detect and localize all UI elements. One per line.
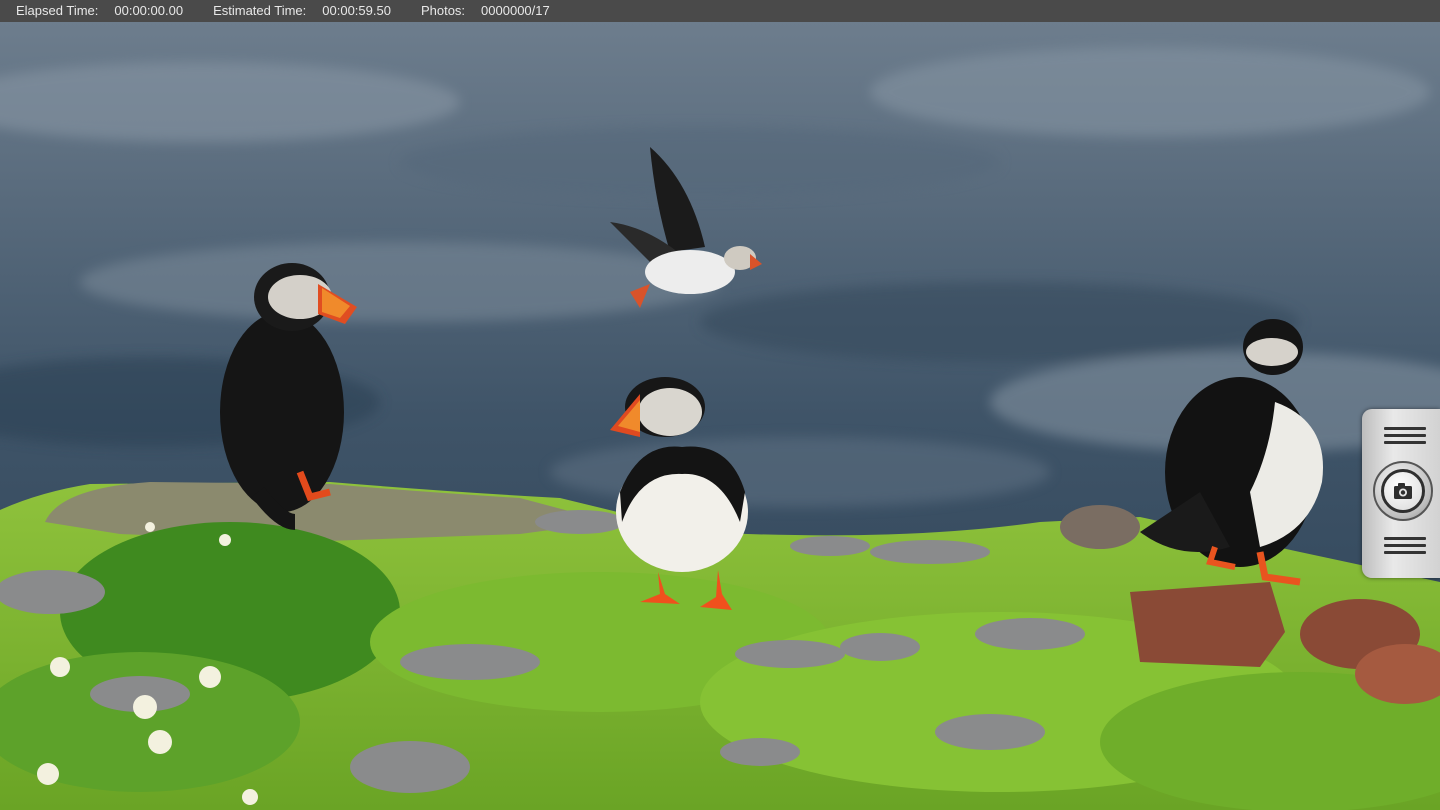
estimated-time-value: 00:00:59.50 bbox=[322, 3, 391, 18]
status-bar: Elapsed Time: 00:00:00.00 Estimated Time… bbox=[0, 0, 1440, 22]
camera-shutter-icon bbox=[1381, 469, 1425, 513]
elapsed-time-label: Elapsed Time: bbox=[16, 3, 99, 18]
photos-label: Photos: bbox=[420, 3, 466, 18]
photos-count-value: 0000000/17 bbox=[481, 3, 550, 18]
elapsed-time-value: 00:00:00.00 bbox=[114, 3, 184, 18]
menu-lines-icon[interactable] bbox=[1384, 427, 1426, 448]
shutter-button[interactable] bbox=[1373, 461, 1433, 521]
estimated-time-label: Estimated Time: bbox=[213, 3, 307, 18]
settings-lines-icon[interactable] bbox=[1384, 537, 1426, 558]
camera-control-panel[interactable] bbox=[1362, 409, 1440, 578]
camera-preview bbox=[0, 22, 1440, 810]
